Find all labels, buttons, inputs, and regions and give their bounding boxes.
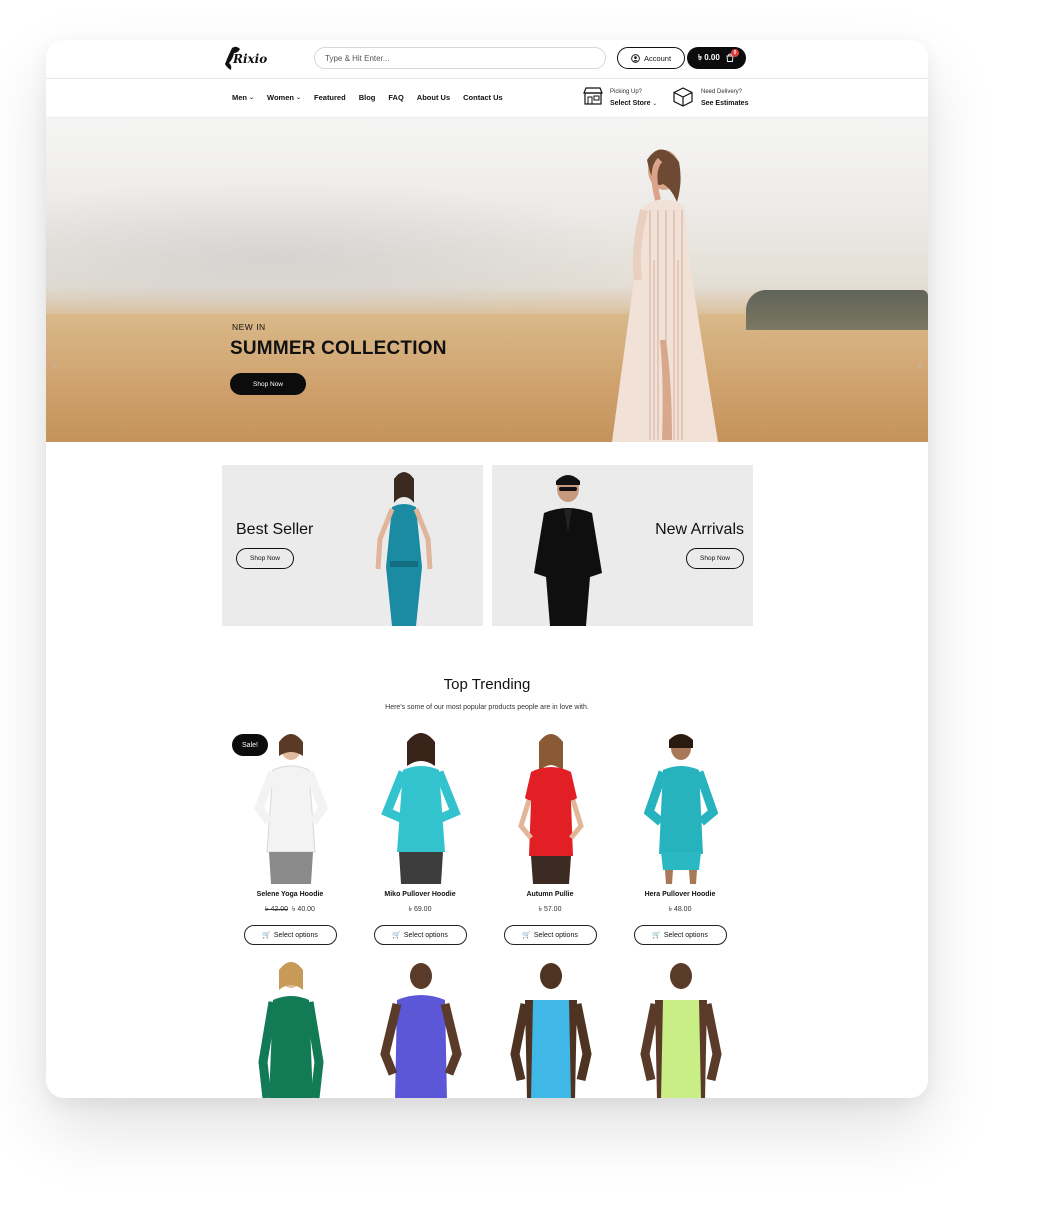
select-options-button[interactable]: 🛒 Select options — [373, 925, 467, 945]
chevron-down-icon: ⌄ — [652, 101, 658, 107]
sale-badge: Sale! — [232, 734, 268, 756]
chevron-down-icon: ⌄ — [295, 95, 302, 101]
product-image[interactable] — [625, 960, 735, 1098]
garment-shape — [661, 1000, 701, 1098]
box-icon — [673, 87, 693, 107]
promo-title: Best Seller — [236, 521, 314, 538]
garment-shape — [531, 1000, 571, 1098]
store-prompt: Picking Up? — [610, 89, 643, 95]
chevron-left-icon[interactable]: ‹ — [52, 356, 57, 372]
product-name[interactable]: Autumn Pullie — [495, 891, 605, 898]
product-card[interactable]: Selene Yoga Hoodie ৳ 42.00 ৳ 40.00 🛒 Selec… — [235, 730, 345, 945]
product-card[interactable]: Autumn Pullie ৳ 57.00 🛒 Select options — [495, 730, 605, 945]
select-options-button[interactable]: 🛒 Select options — [503, 925, 597, 945]
cart-icon: 🛒 — [522, 932, 531, 939]
promo-new-arrivals[interactable]: New Arrivals Shop Now — [492, 465, 753, 626]
nav-item-contact-us[interactable]: Contact Us — [463, 93, 503, 102]
see-estimates-label: See Estimates — [701, 100, 749, 107]
garment-shape — [659, 766, 703, 854]
hero-banner: NEW IN SUMMER COLLECTION Shop Now ‹ › — [46, 118, 928, 442]
hero-model-image — [612, 149, 718, 442]
product-image[interactable] — [495, 960, 605, 1098]
nav-item-blog[interactable]: Blog — [359, 93, 376, 102]
model-teal-jumpsuit-image — [375, 472, 433, 626]
product-name[interactable]: Hera Pullover Hoodie — [625, 891, 735, 898]
select-store-label: Select Store — [610, 100, 651, 107]
product-image — [518, 734, 584, 884]
user-icon — [631, 53, 640, 63]
product-card[interactable]: Hera Pullover Hoodie ৳ 48.00 🛒 Select opt… — [625, 730, 735, 945]
section-subtitle: Here's some of our most popular products… — [385, 704, 589, 711]
chevron-down-icon: ⌄ — [249, 95, 255, 101]
cart-button[interactable]: ৳ 0.00 0 — [687, 47, 746, 69]
nav-item-featured[interactable]: Featured — [314, 93, 346, 102]
hero-background-hills — [46, 180, 646, 310]
product-image — [381, 733, 461, 884]
browser-frame: Rixio Account ৳ 0.00 0 Men⌄ Women⌄ Featu… — [46, 40, 928, 1098]
promo-shop-now-button[interactable]: Shop Now — [236, 548, 294, 569]
hero-title: SUMMER COLLECTION — [230, 338, 447, 359]
product-image — [643, 734, 719, 884]
product-name[interactable]: Selene Yoga Hoodie — [235, 891, 345, 898]
product-price: ৳ 57.00 — [538, 906, 562, 913]
search-input[interactable] — [314, 47, 606, 69]
product-price: ৳ 48.00 — [668, 906, 692, 913]
cart-total: ৳ 0.00 — [698, 52, 720, 62]
cart-count-badge: 0 — [731, 49, 739, 57]
model-black-suit-image — [534, 475, 602, 626]
select-options-button[interactable]: 🛒 Select options — [633, 925, 727, 945]
store-icon — [583, 87, 603, 105]
main-nav: Men ⌄ Women ⌄ Featured Blog FAQ About Us C… — [232, 93, 516, 102]
promo-shop-now-button[interactable]: Shop Now — [686, 548, 744, 569]
garment-shape — [525, 767, 577, 856]
nav-item-women[interactable]: Women ⌄ — [267, 93, 301, 102]
product-image[interactable] — [365, 960, 475, 1098]
section-title: Top Trending — [443, 676, 531, 693]
nav-bar: Men ⌄ Women ⌄ Featured Blog FAQ About Us C… — [46, 79, 928, 118]
delivery-prompt: Need Delivery? — [701, 89, 743, 95]
cart-icon: 🛒 — [652, 932, 661, 939]
nav-item-about-us[interactable]: About Us — [417, 93, 450, 102]
chevron-right-icon[interactable]: › — [917, 356, 922, 372]
nav-item-men[interactable]: Men ⌄ — [232, 93, 254, 102]
account-button[interactable]: Account — [617, 47, 685, 69]
account-label: Account — [643, 53, 672, 63]
cart-icon: 🛒 — [262, 932, 271, 939]
hero-kicker: NEW IN — [232, 322, 266, 332]
logo-text: Rixio — [233, 52, 268, 66]
garment-shape — [395, 995, 447, 1098]
hero-trees — [746, 290, 928, 330]
select-options-button[interactable]: 🛒 Select options — [243, 925, 337, 945]
cart-icon: 🛒 — [392, 932, 401, 939]
product-image[interactable] — [235, 960, 345, 1098]
product-card[interactable]: Miko Pullover Hoodie ৳ 69.00 🛒 Select opt… — [365, 730, 475, 945]
nav-item-faq[interactable]: FAQ — [388, 93, 403, 102]
select-store[interactable]: Picking Up? Select Store ⌄ — [583, 86, 657, 110]
hero-shop-now-button[interactable]: Shop Now — [230, 373, 306, 395]
promo-title: New Arrivals — [655, 521, 744, 538]
product-price: ৳ 42.00 ৳ 40.00 — [265, 906, 315, 913]
hero-field — [46, 314, 928, 442]
product-name[interactable]: Miko Pullover Hoodie — [365, 891, 475, 898]
product-price: ৳ 69.00 — [408, 906, 432, 913]
top-bar: Rixio Account ৳ 0.00 0 — [46, 40, 928, 79]
delivery-estimate[interactable]: Need Delivery? See Estimates — [672, 86, 748, 110]
promo-best-seller[interactable]: Best Seller Shop Now — [222, 465, 483, 626]
